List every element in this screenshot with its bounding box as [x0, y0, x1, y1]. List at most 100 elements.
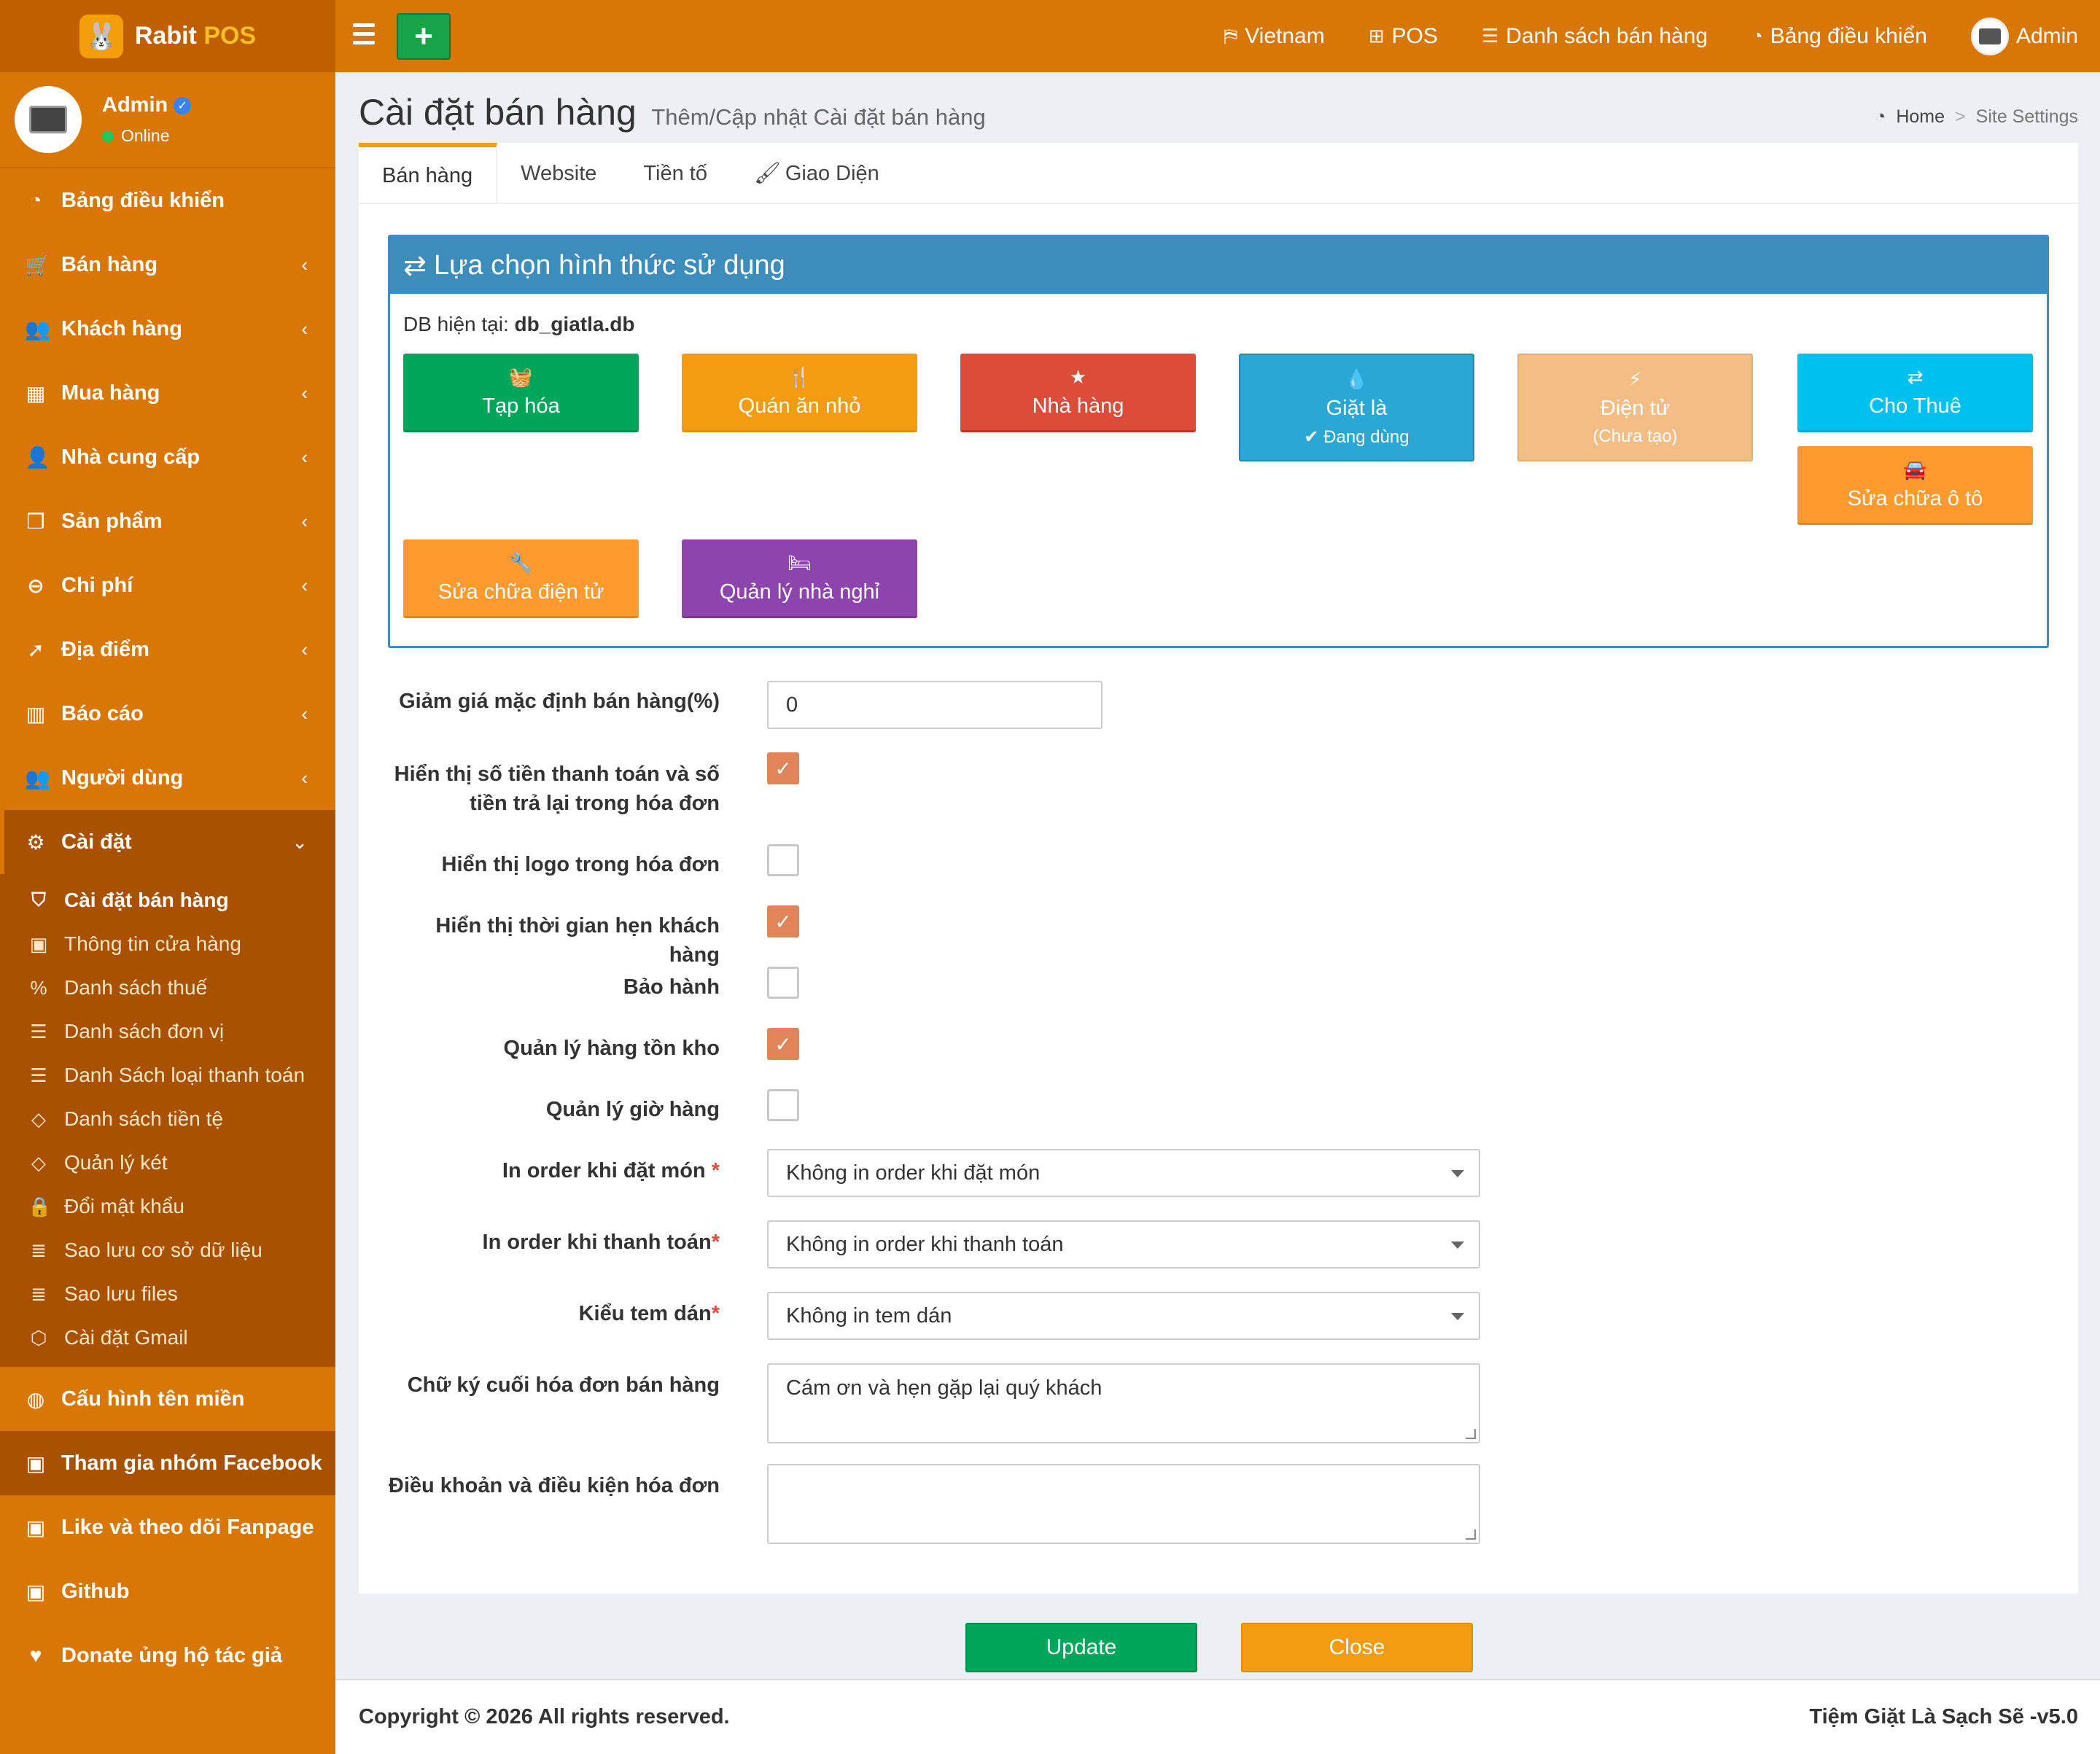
sidebar-subitem-backup-files[interactable]: ≣ Sao lưu files — [0, 1272, 335, 1316]
menu-toggle-icon[interactable] — [353, 23, 375, 48]
terms-textarea[interactable] — [767, 1464, 1480, 1544]
sidebar-item-facebook-group[interactable]: ▣ Tham gia nhóm Facebook — [0, 1431, 335, 1495]
order-on-place-select[interactable]: Không in order khi đặt món — [767, 1149, 1480, 1197]
show-paid-label: Hiển thị số tiền thanh toán và số tiền tr… — [394, 763, 720, 815]
check-icon: ✓ — [774, 910, 792, 933]
close-button[interactable]: Close — [1241, 1623, 1473, 1672]
sidebar-subitem-change-password[interactable]: 🔒 Đổi mật khẩu — [0, 1185, 335, 1228]
chevron-left-icon: ‹ — [301, 510, 308, 532]
users-icon: 👥 — [25, 766, 50, 790]
sidebar-item-customers[interactable]: 👥 Khách hàng ‹ — [0, 297, 335, 361]
mode-electronics-button[interactable]: ⚡ Điện tử (Chưa tạo) — [1517, 354, 1753, 461]
sidebar-subitem-currencies[interactable]: ◇ Danh sách tiền tệ — [0, 1097, 335, 1141]
signature-textarea[interactable]: Cám ơn và hẹn gặp lại quý khách — [767, 1363, 1480, 1443]
briefcase-icon: ▣ — [26, 1451, 46, 1475]
breadcrumb-home[interactable]: Home — [1896, 106, 1945, 128]
panel-title: ⇄ Lựa chọn hình thức sử dụng — [390, 237, 2047, 294]
shield-icon: ⛉ — [31, 889, 46, 911]
grid-icon: ▦ — [26, 381, 46, 405]
stock-checkbox[interactable]: ✓ — [767, 1028, 799, 1060]
user-menu-label: Admin — [2015, 23, 2078, 48]
order-on-pay-select[interactable]: Không in order khi thanh toán — [767, 1220, 1480, 1268]
breadcrumb-separator: > — [1955, 106, 1966, 127]
sidebar-item-github[interactable]: ▣ Github — [0, 1559, 335, 1624]
sales-list-link[interactable]: ☰ Danh sách bán hàng — [1482, 24, 1708, 49]
cart-icon: 🛒 — [25, 253, 50, 276]
sidebar-subitem-payment-types[interactable]: ☰ Danh Sách loại thanh toán — [0, 1053, 335, 1097]
sidebar-item-dashboard[interactable]: ◔ Bảng điều khiển — [0, 168, 335, 233]
sidebar-item-suppliers[interactable]: 👤 Nhà cung cấp ‹ — [0, 425, 335, 489]
pos-link[interactable]: ⊞ POS — [1369, 24, 1438, 49]
user-menu[interactable]: Admin — [1970, 17, 2078, 55]
sidebar-item-fanpage[interactable]: ▣ Like và theo dõi Fanpage — [0, 1495, 335, 1559]
update-button[interactable]: Update — [965, 1623, 1197, 1672]
list-icon: ☰ — [1481, 25, 1499, 47]
warranty-checkbox[interactable] — [767, 967, 799, 999]
sidebar-subitem-taxes[interactable]: % Danh sách thuế — [0, 966, 335, 1010]
mode-rental-button[interactable]: ⇄ Cho Thuê — [1797, 354, 2033, 432]
tab-theme[interactable]: 🖌 Giao Diện — [731, 143, 903, 204]
check-icon: ✓ — [774, 757, 792, 780]
sidebar-subitem-backup-db[interactable]: ≣ Sao lưu cơ sở dữ liệu — [0, 1228, 335, 1272]
language-link[interactable]: ⛿ Vietnam — [1224, 24, 1324, 49]
lock-icon: 🔒 — [28, 1195, 52, 1217]
mode-small-eatery-button[interactable]: 🍴 Quán ăn nhỏ — [682, 354, 917, 432]
sidebar-item-locations[interactable]: ➚ Địa điểm ‹ — [0, 617, 335, 682]
show-time-checkbox[interactable]: ✓ — [767, 905, 799, 938]
mode-selection-panel: ⇄ Lựa chọn hình thức sử dụng DB hiện tại:… — [388, 235, 2049, 648]
brand-logo[interactable]: 🐰 Rabit POS — [0, 0, 335, 72]
discount-input[interactable]: 0 — [767, 681, 1102, 729]
resize-handle-icon[interactable] — [1466, 1429, 1476, 1439]
rabbit-icon: 🐰 — [79, 14, 123, 58]
dashboard-link[interactable]: ◔ Bảng điều khiển — [1751, 24, 1927, 49]
sidebar-item-sales[interactable]: 🛒 Bán hàng ‹ — [0, 233, 335, 297]
globe-icon: ◍ — [26, 1387, 45, 1411]
order-on-place-label: In order khi đặt món * — [502, 1159, 720, 1182]
sidebar-subitem-gmail[interactable]: ⬡ Cài đặt Gmail — [0, 1316, 335, 1360]
mode-grocery-button[interactable]: 🧺 Tạp hóa — [403, 354, 639, 432]
mode-guesthouse-button[interactable]: 🛏 Quản lý nhà nghỉ — [682, 539, 917, 618]
hours-checkbox[interactable] — [767, 1089, 799, 1121]
sidebar-item-users[interactable]: 👥 Người dùng ‹ — [0, 746, 335, 810]
sidebar-subitem-sales-settings[interactable]: ⛉ Cài đặt bán hàng — [0, 878, 335, 922]
mode-electronics-repair-button[interactable]: 🔧 Sửa chữa điện tử — [403, 539, 639, 618]
sidebar-item-domain[interactable]: ◍ Cấu hình tên miền — [0, 1367, 335, 1431]
dashboard-icon: ◔ — [1751, 25, 1763, 47]
sticker-select[interactable]: Không in tem dán — [767, 1292, 1480, 1340]
cutlery-icon: 🍴 — [788, 365, 812, 388]
settings-tabs: Bán hàng Website Tiền tố 🖌 Giao Diện — [359, 143, 2078, 204]
mode-restaurant-button[interactable]: ★ Nhà hàng — [960, 354, 1196, 432]
brand-name: Rabit POS — [134, 22, 257, 50]
heart-icon: ♥ — [29, 1644, 42, 1667]
sidebar-subitem-cash-drawer[interactable]: ◇ Quản lý két — [0, 1141, 335, 1185]
sidebar: Admin ✓ Online ◔ Bảng điều khiển 🛒 Bán hàng… — [0, 72, 335, 1754]
resize-handle-icon[interactable] — [1466, 1529, 1476, 1540]
sidebar-item-reports[interactable]: ▥ Báo cáo ‹ — [0, 682, 335, 746]
sidebar-item-settings[interactable]: ⚙ Cài đặt ⌄ — [0, 810, 335, 874]
sidebar-item-expenses[interactable]: ⊖ Chi phí ‹ — [0, 553, 335, 617]
sidebar-item-purchases[interactable]: ▦ Mua hàng ‹ — [0, 361, 335, 425]
sidebar-item-products[interactable]: ❒ Sản phẩm ‹ — [0, 489, 335, 553]
sidebar-item-donate[interactable]: ♥ Donate ủng hộ tác giả — [0, 1624, 335, 1688]
bar-chart-icon: ▥ — [26, 702, 46, 725]
wrench-icon: 🔧 — [509, 551, 533, 574]
mode-laundry-button[interactable]: 💧 Giặt là ✔ Đang dùng — [1239, 354, 1474, 461]
order-on-pay-label: In order khi thanh toán* — [482, 1231, 720, 1254]
dropdown-arrow-icon — [1451, 1242, 1464, 1249]
mode-car-repair-button[interactable]: 🚘 Sửa chữa ô tô — [1797, 446, 2033, 525]
add-button[interactable]: + — [397, 13, 451, 60]
show-logo-checkbox[interactable] — [767, 844, 799, 876]
bed-icon: 🛏 — [787, 551, 812, 574]
chevron-left-icon: ‹ — [301, 766, 308, 789]
tab-prefix[interactable]: Tiền tố — [620, 143, 731, 204]
dashboard-label: Bảng điều khiển — [1770, 23, 1927, 48]
settings-submenu: ⛉ Cài đặt bán hàng ▣ Thông tin cửa hàng % D… — [0, 874, 335, 1367]
chevron-left-icon: ‹ — [301, 638, 308, 660]
sidebar-subitem-store-info[interactable]: ▣ Thông tin cửa hàng — [0, 922, 335, 966]
gears-icon: ⚙ — [26, 830, 45, 854]
sidebar-subitem-units[interactable]: ☰ Danh sách đơn vị — [0, 1010, 335, 1053]
show-paid-checkbox[interactable]: ✓ — [767, 752, 799, 784]
tab-website[interactable]: Website — [497, 143, 620, 204]
show-time-label: Hiển thị thời gian hẹn khách hàng — [435, 914, 720, 967]
tab-sales[interactable]: Bán hàng — [359, 143, 498, 204]
